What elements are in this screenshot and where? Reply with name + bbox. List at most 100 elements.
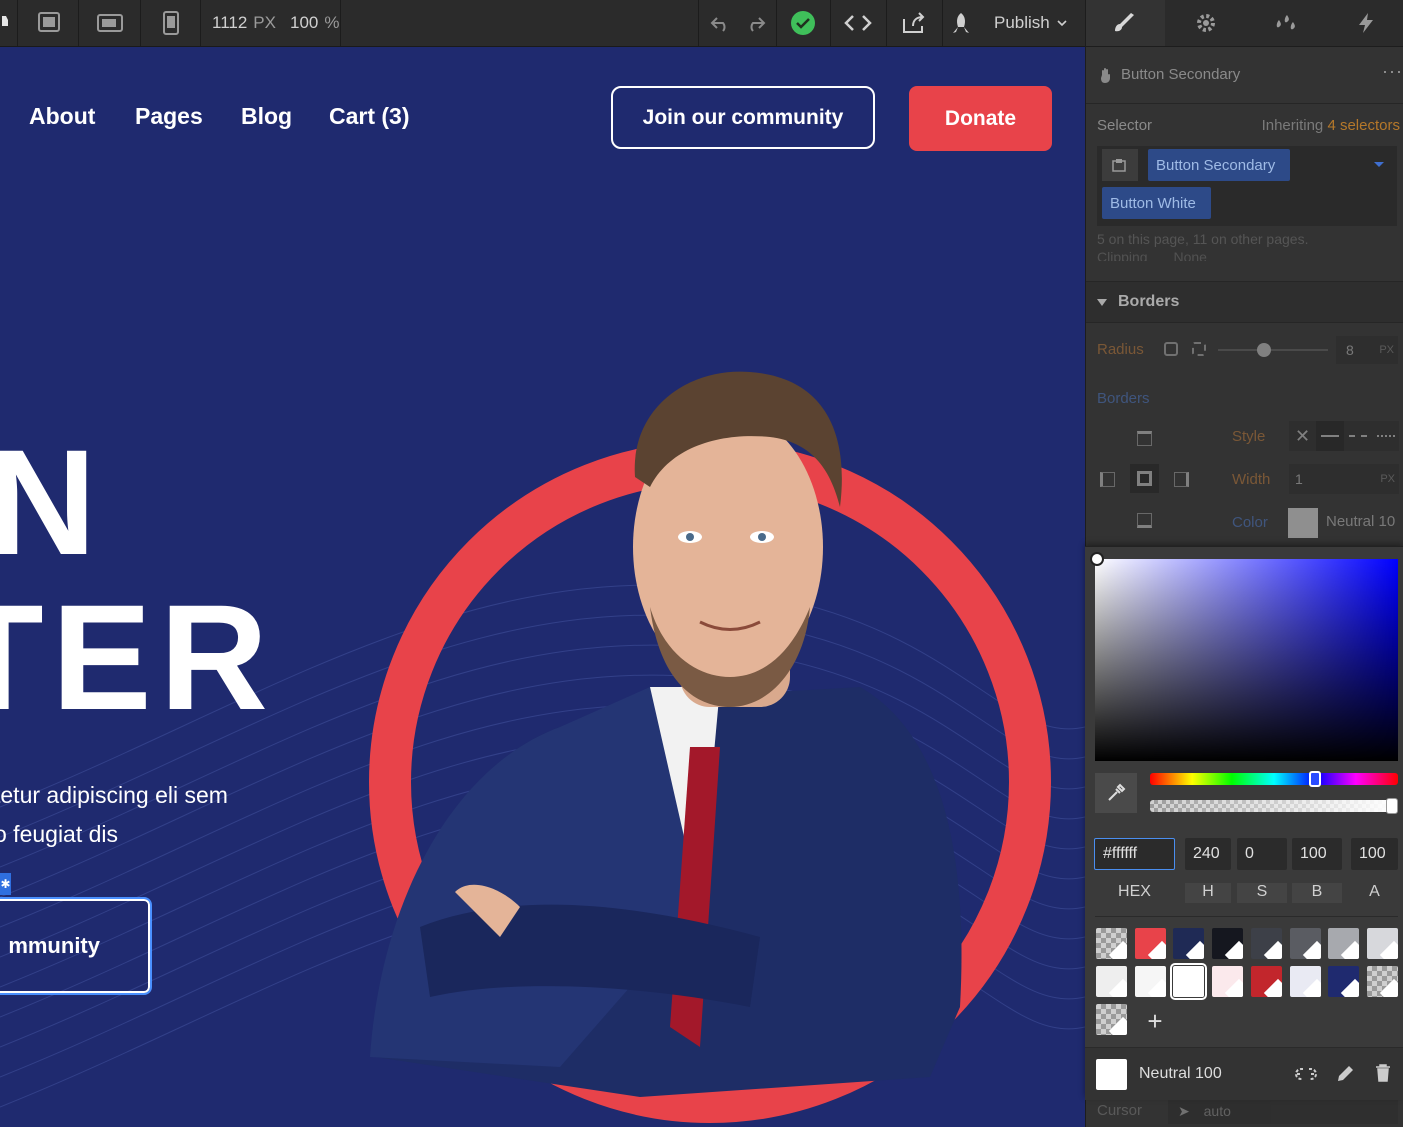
style-dashed-icon[interactable] [1344, 421, 1372, 451]
hue-slider[interactable] [1150, 773, 1398, 785]
caret-down-icon [1097, 299, 1107, 306]
color-swatch[interactable] [1366, 966, 1398, 997]
hue-slider-handle[interactable] [1309, 771, 1322, 787]
zoom-value: 100 [289, 13, 319, 32]
color-swatch[interactable] [1250, 928, 1282, 959]
selector-label: Selector [1097, 117, 1153, 134]
hue-input[interactable]: 240 [1185, 838, 1231, 870]
radius-slider[interactable] [1218, 349, 1328, 351]
chevron-down-icon[interactable] [1373, 161, 1385, 169]
pin-icon[interactable] [0, 0, 14, 46]
color-swatch[interactable] [1170, 963, 1208, 1000]
tab-interactions[interactable] [1326, 0, 1403, 46]
selector-chip-button-white[interactable]: Button White [1102, 187, 1211, 219]
clipping-value: None [1173, 249, 1207, 261]
rocket-icon [953, 13, 969, 33]
color-swatch[interactable] [1096, 1004, 1127, 1035]
desktop-breakpoint-icon[interactable] [22, 0, 76, 46]
redo-icon[interactable] [740, 0, 770, 46]
tab-style[interactable] [1086, 0, 1165, 46]
border-all-icon[interactable] [1130, 464, 1159, 493]
border-color-name[interactable]: Neutral 10 [1326, 513, 1398, 530]
saturation-brightness-field[interactable] [1095, 559, 1398, 761]
code-icon[interactable] [832, 0, 884, 46]
mobile-portrait-icon[interactable] [142, 0, 200, 46]
saved-check-icon[interactable] [780, 0, 826, 46]
color-swatch[interactable] [1289, 928, 1321, 959]
alpha-slider[interactable] [1150, 800, 1398, 812]
canvas-size-readout: 1112 PX 100 % [212, 0, 339, 46]
trash-icon[interactable] [1374, 1063, 1392, 1083]
border-color-label: Color [1232, 514, 1268, 531]
canvas-width-unit: PX [253, 13, 276, 32]
border-style-label: Style [1232, 428, 1266, 445]
radius-input[interactable]: 8 PX [1336, 336, 1398, 364]
color-swatch[interactable] [1328, 928, 1360, 959]
sv-handle[interactable] [1090, 552, 1104, 566]
selector-field[interactable]: Button Secondary Button White [1097, 146, 1397, 226]
selected-community-button[interactable]: mmunity [0, 897, 152, 995]
b-label: B [1292, 883, 1342, 903]
design-canvas[interactable]: About Pages Blog Cart (3) Join our commu… [0, 47, 1085, 1127]
color-swatch[interactable] [1173, 928, 1205, 959]
tab-settings[interactable] [1166, 0, 1245, 46]
publish-button[interactable]: Publish [948, 0, 1078, 46]
radius-individual-icon[interactable] [1192, 342, 1206, 356]
more-options-icon[interactable]: ··· [1382, 61, 1403, 82]
brightness-input[interactable]: 100 [1292, 838, 1342, 870]
eyedropper-icon[interactable] [1095, 773, 1137, 813]
radius-slider-handle[interactable] [1257, 343, 1271, 357]
nav-link-about[interactable]: About [29, 103, 95, 130]
border-width-value: 1 [1295, 471, 1303, 487]
border-bottom-icon[interactable] [1137, 513, 1152, 528]
hero-paragraph-line2: o feugiat dis [0, 821, 119, 847]
alpha-input[interactable]: 100 [1351, 838, 1398, 870]
color-swatch[interactable] [1134, 928, 1166, 959]
saturation-input[interactable]: 0 [1237, 838, 1287, 870]
s-label: S [1237, 883, 1287, 903]
color-swatch[interactable] [1289, 966, 1321, 997]
unlink-icon[interactable] [1295, 1063, 1317, 1085]
class-selector-icon[interactable] [1102, 149, 1138, 181]
color-swatch[interactable] [1134, 966, 1166, 997]
border-top-icon[interactable] [1137, 431, 1152, 446]
color-swatch[interactable] [1250, 966, 1282, 997]
join-community-button[interactable]: Join our community [611, 86, 875, 149]
inheriting-info[interactable]: Inheriting 4 selectors [1262, 117, 1400, 134]
selection-gear-icon[interactable]: ✱ [0, 873, 11, 895]
selector-chip-button-secondary[interactable]: Button Secondary [1148, 149, 1290, 181]
borders-sub-label: Borders [1097, 390, 1150, 407]
color-swatch[interactable] [1366, 928, 1398, 959]
border-width-input[interactable]: 1 PX [1289, 464, 1399, 494]
chevron-down-icon [1057, 20, 1067, 27]
border-left-icon[interactable] [1100, 472, 1115, 487]
color-swatch[interactable] [1096, 966, 1127, 997]
hero-heading-line2: TER [0, 573, 276, 741]
style-none-icon[interactable]: ✕ [1289, 421, 1316, 451]
style-solid-icon[interactable] [1316, 421, 1344, 451]
nav-link-cart[interactable]: Cart (3) [329, 103, 410, 130]
border-right-icon[interactable] [1174, 472, 1189, 487]
radius-all-icon[interactable] [1164, 342, 1178, 356]
border-color-swatch[interactable] [1288, 508, 1318, 538]
hex-input[interactable]: #ffffff [1094, 838, 1175, 870]
pencil-icon[interactable] [1335, 1064, 1355, 1084]
tablet-landscape-icon[interactable] [80, 0, 140, 46]
style-dotted-icon[interactable] [1372, 421, 1399, 451]
export-icon[interactable] [888, 0, 940, 46]
nav-link-pages[interactable]: Pages [135, 103, 203, 130]
alpha-slider-handle[interactable] [1386, 798, 1398, 814]
borders-section-header[interactable]: Borders [1086, 281, 1403, 323]
h-label: H [1185, 883, 1231, 903]
nav-link-blog[interactable]: Blog [241, 103, 292, 130]
undo-icon[interactable] [706, 0, 736, 46]
donate-button[interactable]: Donate [909, 86, 1052, 151]
tab-style-manager[interactable] [1246, 0, 1325, 46]
color-swatch[interactable] [1212, 928, 1244, 959]
brush-icon [1114, 13, 1134, 32]
add-swatch-icon[interactable]: + [1139, 1005, 1171, 1037]
cursor-select[interactable]: ➤ auto [1168, 1098, 1398, 1124]
color-swatch[interactable] [1212, 966, 1244, 997]
color-swatch[interactable] [1096, 928, 1127, 959]
color-swatch[interactable] [1328, 966, 1360, 997]
